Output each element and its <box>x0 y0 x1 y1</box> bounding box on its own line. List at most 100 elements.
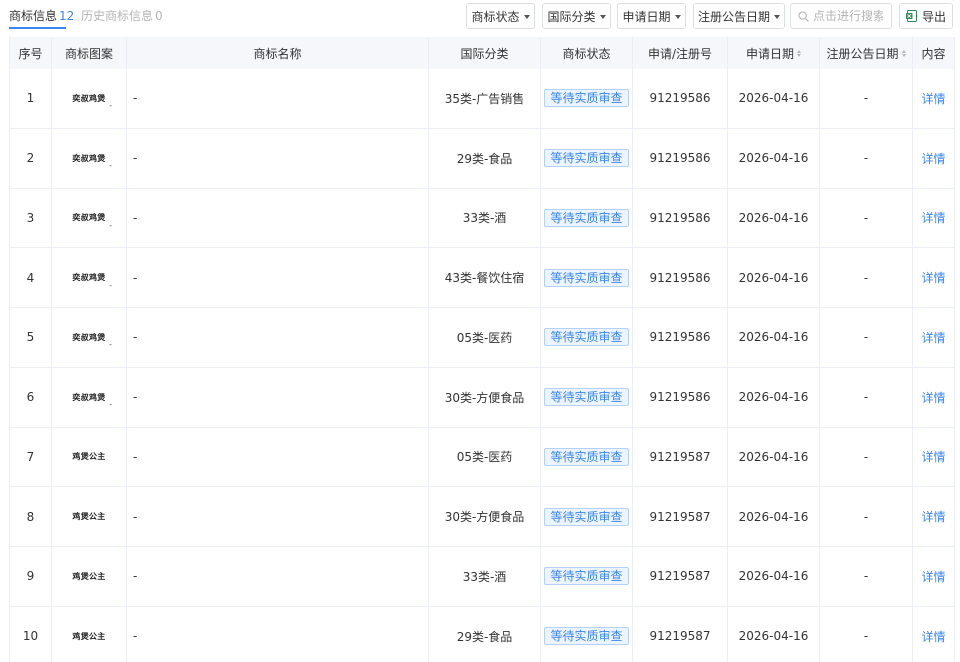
international-class: 43类-餐饮住宿 <box>429 248 541 307</box>
pub-date: - <box>820 248 913 307</box>
detail-link[interactable]: 详情 <box>921 269 945 286</box>
table-row: 6 奕叔鸡煲 - - 30类-方便食品 等待实质审查 91219586 2026… <box>10 367 954 428</box>
detail-link[interactable]: 详情 <box>921 150 945 167</box>
reg-number: 91219587 <box>633 547 728 606</box>
class-filter-dropdown[interactable]: 国际分类 <box>542 3 611 29</box>
table-body: 1 奕叔鸡煲 - - 35类-广告销售 等待实质审查 91219586 2026… <box>10 69 954 662</box>
pub-date: - <box>820 606 913 662</box>
row-no: 2 <box>10 128 52 188</box>
trademark-image-cell: 奕叔鸡煲 - <box>52 69 127 128</box>
trademark-image: 奕叔鸡煲 - <box>64 325 114 350</box>
trademark-image: 鸡煲公主 <box>64 624 114 648</box>
tab-history-label: 历史商标信息 <box>81 9 154 23</box>
chevron-down-icon <box>774 15 780 19</box>
row-no: 3 <box>10 188 52 248</box>
tab-trademark-info[interactable]: 商标信息 12 <box>9 9 74 23</box>
action-cell: 详情 <box>913 129 954 188</box>
detail-link[interactable]: 详情 <box>921 389 945 406</box>
detail-link[interactable]: 详情 <box>921 568 945 585</box>
header-image: 商标图案 <box>52 37 127 69</box>
trademark-image-cell: 鸡煲公主 <box>52 427 127 487</box>
apply-date: 2026-04-16 <box>728 248 820 307</box>
row-no: 10 <box>10 606 52 662</box>
detail-link[interactable]: 详情 <box>921 628 945 645</box>
action-cell: 详情 <box>913 248 954 307</box>
header-class: 国际分类 <box>429 37 541 69</box>
trademark-name: - <box>127 188 429 248</box>
detail-link[interactable]: 详情 <box>921 329 945 346</box>
header-reg-no: 申请/注册号 <box>633 37 728 69</box>
trademark-image-text: 奕叔鸡煲 <box>72 92 106 103</box>
trademark-image-cell: 奕叔鸡煲 - <box>52 367 127 427</box>
toolbar: 商标信息12 历史商标信息0 商标状态 国际分类 申请日期 注册公告日期 导出 <box>0 0 960 32</box>
action-cell: 详情 <box>913 368 954 427</box>
international-class: 29类-食品 <box>429 606 541 662</box>
header-no: 序号 <box>10 37 52 69</box>
apply-date-filter-dropdown[interactable]: 申请日期 <box>617 3 686 29</box>
international-class: 35类-广告销售 <box>429 69 541 128</box>
trademark-image: 奕叔鸡煲 - <box>64 86 114 111</box>
reg-number: 91219586 <box>633 367 728 427</box>
international-class: 29类-食品 <box>429 128 541 188</box>
status-badge: 等待实质审查 <box>544 627 629 646</box>
trademark-image-dash: - <box>109 161 112 171</box>
action-cell: 详情 <box>913 69 954 128</box>
chevron-down-icon <box>599 15 606 19</box>
status-badge: 等待实质审查 <box>544 149 629 168</box>
status-badge: 等待实质审查 <box>544 328 629 347</box>
status-cell: 等待实质审查 <box>541 308 633 367</box>
export-button[interactable]: 导出 <box>899 3 953 29</box>
trademark-name: - <box>127 367 429 427</box>
detail-link[interactable]: 详情 <box>921 209 945 226</box>
status-cell: 等待实质审查 <box>541 248 633 307</box>
action-cell: 详情 <box>913 428 954 487</box>
trademark-image-cell: 奕叔鸡煲 - <box>52 188 127 248</box>
pub-date-filter-label: 注册公告日期 <box>697 9 770 24</box>
status-cell: 等待实质审查 <box>541 69 633 128</box>
trademark-name: - <box>127 606 429 662</box>
tab-history-trademark-info[interactable]: 历史商标信息 0 <box>81 9 163 23</box>
trademark-image: 奕叔鸡煲 - <box>64 385 114 410</box>
active-tab-indicator <box>9 27 66 29</box>
table-row: 4 奕叔鸡煲 - - 43类-餐饮住宿 等待实质审查 91219586 2026… <box>10 248 954 308</box>
reg-number: 91219586 <box>633 128 728 188</box>
header-pub-date-label: 注册公告日期 <box>826 46 899 61</box>
international-class: 30类-方便食品 <box>429 367 541 427</box>
action-cell: 详情 <box>913 189 954 248</box>
header-action: 内容 <box>921 46 946 61</box>
table-row: 8 鸡煲公主 - 30类-方便食品 等待实质审查 91219587 2026-0… <box>10 487 954 547</box>
trademark-image: 奕叔鸡煲 - <box>64 206 114 230</box>
sort-icon <box>901 49 906 57</box>
trademark-image-text: 鸡煲公主 <box>72 570 106 581</box>
trademark-name: - <box>127 308 429 367</box>
pub-date: - <box>820 69 913 128</box>
action-cell: 详情 <box>913 607 954 662</box>
apply-date: 2026-04-16 <box>728 308 820 367</box>
status-cell: 等待实质审查 <box>541 188 633 248</box>
search-input[interactable] <box>813 9 883 23</box>
status-filter-dropdown[interactable]: 商标状态 <box>466 3 535 29</box>
table-row: 3 奕叔鸡煲 - - 33类-酒 等待实质审查 91219586 2026-04… <box>10 188 954 249</box>
trademark-image-text: 奕叔鸡煲 <box>72 212 106 223</box>
status-cell: 等待实质审查 <box>541 487 633 546</box>
trademark-table: 序号 商标图案 商标名称 国际分类 商标状态 申请/注册号 申请日期 注册公告日… <box>9 37 955 662</box>
pub-date: - <box>820 547 913 606</box>
trademark-image-text: 奕叔鸡煲 <box>72 391 106 402</box>
tab-trademark-info-label: 商标信息 <box>9 9 58 23</box>
detail-link[interactable]: 详情 <box>921 508 945 525</box>
header-apply-date[interactable]: 申请日期 <box>728 37 820 69</box>
row-no: 8 <box>10 487 52 546</box>
class-filter-label: 国际分类 <box>547 9 596 24</box>
trademark-image-dash: - <box>109 280 112 290</box>
international-class: 33类-酒 <box>429 188 541 248</box>
detail-link[interactable]: 详情 <box>921 90 945 107</box>
detail-link[interactable]: 详情 <box>921 448 945 465</box>
header-name: 商标名称 <box>127 37 429 69</box>
status-cell: 等待实质审查 <box>541 606 633 662</box>
header-pub-date[interactable]: 注册公告日期 <box>820 37 913 69</box>
trademark-image: 奕叔鸡煲 - <box>64 146 114 171</box>
header-status: 商标状态 <box>541 37 633 69</box>
pub-date-filter-dropdown[interactable]: 注册公告日期 <box>693 3 785 29</box>
reg-number: 91219586 <box>633 308 728 367</box>
row-no: 9 <box>10 547 52 606</box>
